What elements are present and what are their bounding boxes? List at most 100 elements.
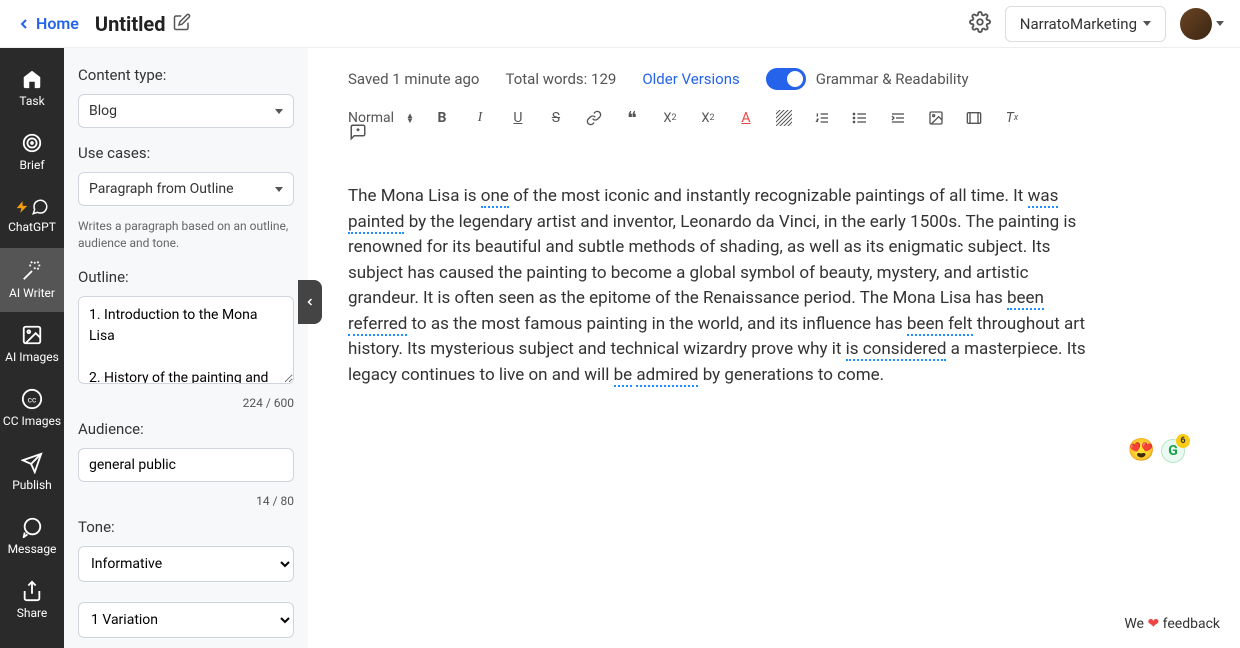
chevron-down-icon (275, 187, 283, 192)
heart-icon: ❤ (1147, 616, 1159, 632)
rail-label: AI Writer (9, 286, 55, 300)
bold-button[interactable]: B (432, 108, 452, 128)
ordered-list-icon (814, 110, 830, 126)
grammar-label: Grammar & Readability (816, 70, 969, 88)
rail-item-task[interactable]: Task (0, 56, 64, 120)
ordered-list-button[interactable] (812, 108, 832, 128)
rail-item-chatgpt[interactable]: ChatGPT (0, 184, 64, 248)
rail-label: Brief (20, 158, 45, 172)
content-type-label: Content type: (78, 66, 294, 84)
audience-input[interactable] (78, 448, 294, 482)
rail-label: CC Images (3, 414, 61, 428)
rail-item-ai-writer[interactable]: AI Writer (0, 248, 64, 312)
rail-item-brief[interactable]: Brief (0, 120, 64, 184)
image-button[interactable] (926, 108, 946, 128)
rail-label: Publish (12, 478, 52, 492)
comment-icon (349, 123, 367, 141)
workspace-name: NarratoMarketing (1020, 15, 1137, 33)
tone-select[interactable]: Informative (78, 546, 294, 582)
chevron-down-icon (275, 109, 283, 114)
grammar-suggestion[interactable]: one (481, 186, 509, 208)
chevron-left-icon (16, 16, 32, 32)
left-rail: Task Brief ChatGPT AI Writer AI Images (0, 48, 64, 648)
rail-label: Message (8, 542, 57, 556)
tone-label: Tone: (78, 518, 294, 536)
settings-button[interactable] (969, 11, 991, 37)
highlight-button[interactable] (774, 108, 794, 128)
rail-item-message[interactable]: Message (0, 504, 64, 568)
rail-label: ChatGPT (8, 220, 56, 234)
link-icon (586, 110, 602, 126)
older-versions-link[interactable]: Older Versions (642, 70, 739, 88)
underline-button[interactable]: U (508, 108, 528, 128)
home-link[interactable]: Home (16, 14, 79, 33)
comment-button[interactable] (348, 122, 368, 142)
indent-icon (890, 110, 906, 126)
editor-content[interactable]: The Mona Lisa is one of the most iconic … (348, 184, 1088, 388)
grammar-suggestion[interactable]: been felt (907, 314, 973, 336)
image-icon (21, 324, 43, 346)
cc-icon: cc (21, 388, 43, 410)
rail-item-share[interactable]: Share (0, 568, 64, 632)
quote-button[interactable]: ❝ (622, 108, 642, 128)
editor-area: Saved 1 minute ago Total words: 129 Olde… (308, 48, 1240, 648)
workspace-selector[interactable]: NarratoMarketing (1005, 6, 1166, 42)
use-cases-help: Writes a paragraph based on an outline, … (78, 218, 294, 252)
use-cases-value: Paragraph from Outline (89, 181, 234, 197)
share-icon (21, 580, 43, 602)
grammarly-count: 6 (1176, 434, 1190, 448)
link-button[interactable] (584, 108, 604, 128)
image-icon (928, 110, 944, 126)
audience-label: Audience: (78, 420, 294, 438)
pencil-icon (173, 13, 191, 31)
unordered-list-button[interactable] (850, 108, 870, 128)
subscript-button[interactable]: X2 (660, 108, 680, 128)
highlight-icon (776, 110, 792, 126)
clear-format-button[interactable]: Tx (1002, 108, 1022, 128)
rail-label: Share (17, 606, 48, 620)
audience-counter: 14 / 80 (78, 494, 294, 508)
grammarly-badge[interactable]: G6 (1161, 439, 1185, 463)
account-menu[interactable] (1180, 8, 1224, 40)
grammar-suggestion[interactable]: is considered (846, 339, 947, 361)
video-button[interactable] (964, 108, 984, 128)
saved-status: Saved 1 minute ago (348, 70, 479, 88)
unordered-list-icon (852, 110, 868, 126)
rail-item-ai-images[interactable]: AI Images (0, 312, 64, 376)
svg-text:cc: cc (28, 396, 37, 406)
feedback-button[interactable]: We ❤ feedback (1118, 612, 1226, 636)
bolt-icon (15, 198, 29, 216)
send-icon (21, 452, 43, 474)
superscript-button[interactable]: X2 (698, 108, 718, 128)
text-color-button[interactable]: A (736, 108, 756, 128)
italic-button[interactable]: I (470, 108, 490, 128)
rail-item-cc-images[interactable]: cc CC Images (0, 376, 64, 440)
content-type-select[interactable]: Blog (78, 94, 294, 128)
outline-counter: 224 / 600 (78, 396, 294, 410)
config-sidebar: Content type: Blog Use cases: Paragraph … (64, 48, 308, 648)
outline-label: Outline: (78, 268, 294, 286)
home-icon (21, 68, 43, 90)
strikethrough-button[interactable]: S (546, 108, 566, 128)
chat-icon (31, 198, 49, 216)
indent-button[interactable] (888, 108, 908, 128)
edit-title-button[interactable] (173, 13, 191, 35)
emoji-reaction-button[interactable]: 😍 (1128, 438, 1155, 463)
chevron-down-icon (1216, 21, 1224, 26)
gear-icon (969, 11, 991, 33)
home-link-label: Home (36, 14, 79, 33)
video-icon (966, 110, 982, 126)
outline-input[interactable] (78, 296, 294, 384)
avatar (1180, 8, 1212, 40)
page-title: Untitled (95, 12, 166, 36)
rail-label: AI Images (5, 350, 59, 364)
grammar-toggle[interactable] (766, 68, 806, 90)
grammar-suggestion[interactable]: be (614, 365, 633, 387)
use-cases-label: Use cases: (78, 144, 294, 162)
rail-item-publish[interactable]: Publish (0, 440, 64, 504)
grammar-suggestion[interactable]: admired (636, 365, 698, 387)
variation-select[interactable]: 1 Variation (78, 602, 294, 638)
word-count: Total words: 129 (505, 70, 616, 88)
use-cases-select[interactable]: Paragraph from Outline (78, 172, 294, 206)
status-row: Saved 1 minute ago Total words: 129 Olde… (348, 68, 1195, 90)
